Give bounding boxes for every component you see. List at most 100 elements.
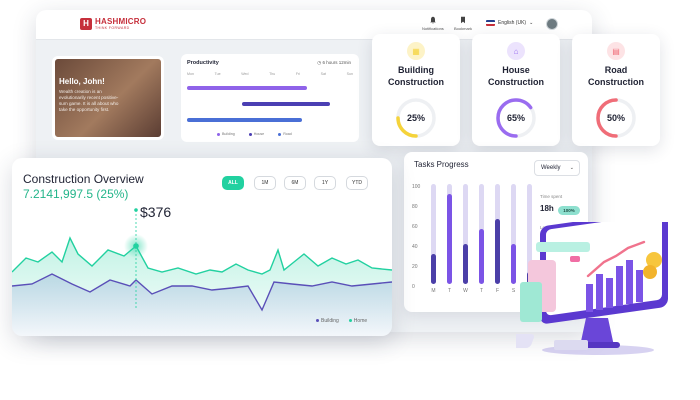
hover-top-marker xyxy=(134,208,138,212)
task-bar-fill xyxy=(479,229,484,284)
legend-item: Building xyxy=(217,132,235,136)
overview-title: Construction Overview xyxy=(23,172,144,186)
legend-item: Home xyxy=(348,318,368,324)
welcome-banner: Hello, John! Wealth creation is an evolu… xyxy=(52,56,164,140)
user-avatar[interactable] xyxy=(546,18,558,30)
legend-label: Road xyxy=(283,132,292,136)
card-percent: 25% xyxy=(406,113,425,123)
stat-card-house[interactable]: ⌂ House Construction 65% xyxy=(472,34,560,146)
task-bar-fill xyxy=(431,254,436,284)
legend-item: House xyxy=(248,132,265,136)
productivity-card: Productivity ◷ 6 hours 12min Mon Tue Wed Th… xyxy=(181,54,359,142)
productivity-day-labels: Mon Tue Wed Thu Fri Sat Sun xyxy=(187,72,353,76)
task-bar[interactable] xyxy=(447,184,452,284)
marketing-composite: H HASHMICRO THINK FORWARD Notifications … xyxy=(0,0,700,400)
task-bar[interactable] xyxy=(479,184,484,284)
card-icon: ⌂ xyxy=(507,42,525,60)
logo-name: HASHMICRO xyxy=(95,17,147,26)
range-button-1m[interactable]: 1M xyxy=(254,176,276,190)
logo-mark: H xyxy=(80,18,92,31)
logo-tagline: THINK FORWARD xyxy=(95,26,130,30)
chevron-down-icon: ⌄ xyxy=(529,20,534,26)
productivity-bar-house[interactable] xyxy=(241,102,330,106)
y-tick-label: 20 xyxy=(412,264,418,270)
legend-dot xyxy=(348,319,352,323)
legend-dot xyxy=(278,132,282,136)
language-label: English (UK) xyxy=(498,20,527,26)
y-tick-label: 60 xyxy=(412,224,418,230)
overview-legend: Building Home xyxy=(316,318,367,324)
range-button-6m[interactable]: 6M xyxy=(284,176,306,190)
x-tick-label: M xyxy=(431,288,436,294)
construction-overview-card: Construction Overview 7.2141,997.5 (25%)… xyxy=(12,158,392,336)
time-spent-badge: 100% xyxy=(558,206,580,215)
card-percent: 50% xyxy=(606,113,625,123)
welcome-message: Wealth creation is an evolutionarily rec… xyxy=(59,89,119,112)
productivity-title: Productivity xyxy=(187,60,219,66)
hover-price: $376 xyxy=(140,204,172,220)
task-bar[interactable] xyxy=(495,184,500,284)
bookmark-button[interactable]: Bookmark xyxy=(454,16,472,31)
time-spent-label: Time spent xyxy=(540,194,563,199)
stat-card-building[interactable]: ▦ Building Construction 25% xyxy=(372,34,460,146)
productivity-hours: ◷ 6 hours 12min xyxy=(317,60,351,65)
y-tick-label: 0 xyxy=(412,284,415,290)
x-tick-label: W xyxy=(463,288,468,294)
legend-item: Building xyxy=(316,318,339,324)
task-bar-fill xyxy=(495,219,500,284)
day-label: Sat xyxy=(320,72,327,76)
card-percent: 65% xyxy=(506,113,525,123)
chevron-down-icon: ⌄ xyxy=(569,165,574,171)
card-title-line1: Road xyxy=(604,65,628,75)
legend-dot xyxy=(248,132,252,136)
hashmicro-logo[interactable]: H HASHMICRO THINK FORWARD xyxy=(80,18,146,31)
task-bar-fill xyxy=(447,194,452,284)
legend-label: House xyxy=(253,132,265,136)
card-icon: ▦ xyxy=(407,42,425,60)
stat-card-road[interactable]: ▤ Road Construction 50% xyxy=(572,34,660,146)
bookmark-label: Bookmark xyxy=(454,26,473,31)
tasks-title: Tasks Progress xyxy=(414,160,469,169)
period-dropdown[interactable]: Weekly ⌄ xyxy=(534,160,580,176)
y-tick-label: 100 xyxy=(412,184,421,190)
legend-item: Road xyxy=(278,132,292,136)
y-tick-label: 80 xyxy=(412,204,418,210)
uk-flag-icon xyxy=(486,20,495,26)
productivity-bar-road[interactable] xyxy=(187,118,302,122)
notifications-button[interactable]: Notifications xyxy=(422,16,444,31)
task-bar[interactable] xyxy=(431,184,436,284)
card-title-line2: Construction xyxy=(388,77,444,87)
range-button-all[interactable]: ALL xyxy=(222,176,244,190)
card-title: Building Construction xyxy=(372,64,460,88)
x-tick-label: T xyxy=(479,288,484,294)
bell-icon xyxy=(430,16,436,24)
productivity-legend: Building House Road xyxy=(217,132,292,136)
card-title-line1: Building xyxy=(398,65,434,75)
period-label: Weekly xyxy=(541,165,561,171)
legend-dot xyxy=(316,319,319,323)
x-tick-label: F xyxy=(495,288,500,294)
card-title-line2: Construction xyxy=(588,77,644,87)
legend-label: Home xyxy=(353,318,368,324)
day-label: Tue xyxy=(214,72,221,76)
monitor-illustration xyxy=(516,222,668,355)
time-spent-value: 18h xyxy=(540,204,554,213)
range-button-1y[interactable]: 1Y xyxy=(314,176,336,190)
day-label: Fri xyxy=(295,72,301,76)
day-label: Wed xyxy=(241,72,249,76)
y-tick-label: 40 xyxy=(412,244,418,250)
day-label: Sun xyxy=(346,72,353,76)
task-bar-fill xyxy=(463,244,468,284)
overview-value: 7.2141,997.5 (25%) xyxy=(23,187,129,201)
legend-label: Building xyxy=(321,318,339,324)
card-icon: ▤ xyxy=(607,42,625,60)
day-label: Mon xyxy=(187,72,194,76)
task-bar[interactable] xyxy=(463,184,468,284)
hover-point[interactable] xyxy=(133,243,139,249)
range-button-ytd[interactable]: YTD xyxy=(346,176,368,190)
legend-dot xyxy=(217,132,220,136)
card-title: Road Construction xyxy=(572,64,660,88)
productivity-bar-building[interactable] xyxy=(187,86,307,90)
bookmark-icon xyxy=(461,16,465,24)
language-selector[interactable]: English (UK) ⌄ xyxy=(486,20,533,26)
